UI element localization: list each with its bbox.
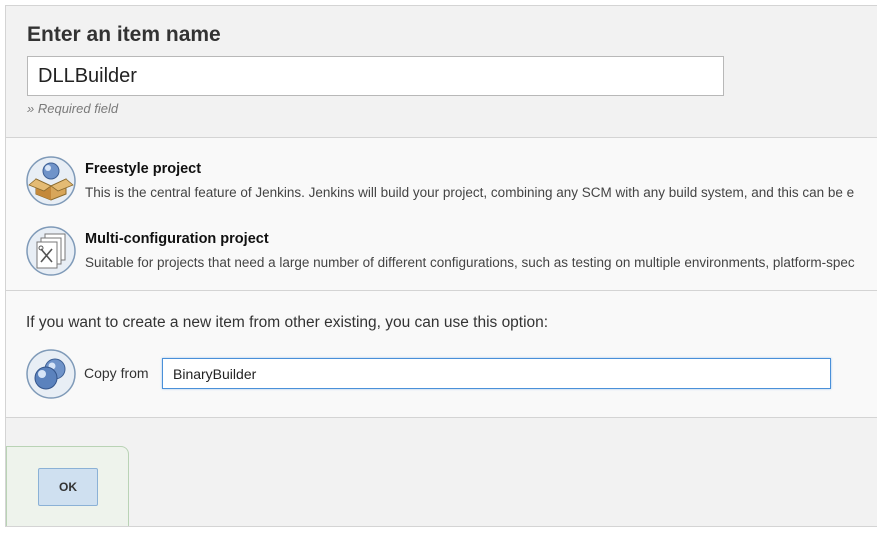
freestyle-project-icon [26,156,76,206]
item-name-input[interactable] [27,56,724,96]
ok-button[interactable]: OK [38,468,98,506]
item-type-list: Freestyle project This is the central fe… [6,138,877,291]
item-type-title: Freestyle project [85,161,202,177]
item-name-section: Enter an item name » Required field [6,6,877,138]
item-type-description: Suitable for projects that need a large … [85,255,855,270]
page-title: Enter an item name [27,23,221,46]
copy-from-section: If you want to create a new item from ot… [6,291,877,418]
required-field-note: » Required field [27,101,119,116]
item-type-title: Multi-configuration project [85,231,269,247]
copy-from-label: Copy from [84,365,149,381]
copy-from-input[interactable] [162,358,831,389]
item-type-multi-configuration-project[interactable]: Multi-configuration project Suitable for… [6,216,877,276]
item-type-description: This is the central feature of Jenkins. … [85,185,855,200]
multi-configuration-project-icon [26,226,76,276]
copy-item-icon [26,349,76,399]
item-type-freestyle-project[interactable]: Freestyle project This is the central fe… [6,146,877,206]
copy-hint-text: If you want to create a new item from ot… [26,314,549,331]
form-footer: OK [6,446,129,526]
new-item-form: Enter an item name » Required field Free… [5,5,877,527]
